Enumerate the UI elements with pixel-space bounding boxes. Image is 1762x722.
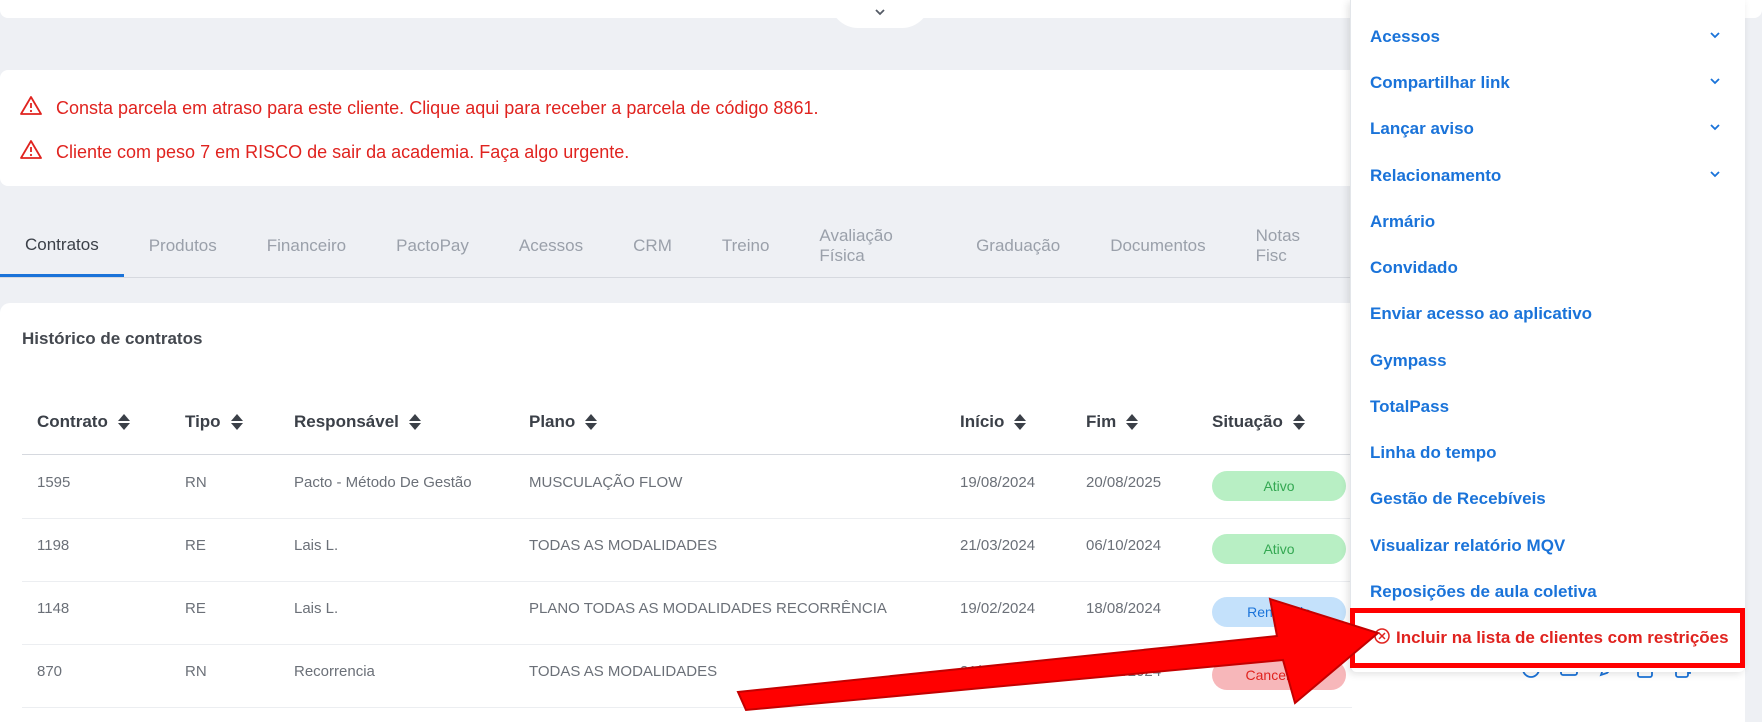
row-divider	[22, 581, 1352, 582]
cell-inicio: 19/02/2024	[960, 600, 1036, 617]
cell-fim: 20/08/2025	[1086, 474, 1162, 491]
menu-item-lancar-aviso[interactable]: Lançar aviso	[1370, 114, 1722, 144]
warning-triangle-icon	[20, 95, 56, 122]
sort-icon	[1014, 414, 1027, 430]
column-header-responsavel[interactable]: Responsável	[294, 412, 421, 432]
cell-tipo: RN	[185, 474, 207, 491]
menu-item-acessos[interactable]: Acessos	[1370, 22, 1722, 52]
chevron-down-icon	[1708, 27, 1722, 47]
sort-icon	[408, 414, 421, 430]
tab-acessos[interactable]: Acessos	[494, 215, 608, 277]
row-divider	[22, 518, 1352, 519]
client-tabs: Contratos Produtos Financeiro PactoPay A…	[0, 215, 1350, 277]
tab-documentos[interactable]: Documentos	[1085, 215, 1230, 277]
cell-responsavel: Recorrencia	[294, 663, 375, 680]
chevron-down-icon	[1708, 119, 1722, 139]
warning-triangle-icon	[20, 139, 56, 166]
column-header-situacao[interactable]: Situação	[1212, 412, 1305, 432]
menu-item-linha-do-tempo[interactable]: Linha do tempo	[1370, 438, 1722, 468]
chevron-down-icon	[1708, 166, 1722, 186]
alert-text: Cliente com peso 7 em RISCO de sair da a…	[56, 142, 630, 162]
tab-treino[interactable]: Treino	[697, 215, 795, 277]
menu-item-gestao-recebiveis[interactable]: Gestão de Recebíveis	[1370, 484, 1722, 514]
cell-plano: MUSCULAÇÃO FLOW	[529, 474, 683, 491]
cell-contrato: 1198	[37, 537, 70, 554]
sort-icon	[230, 414, 243, 430]
tab-produtos[interactable]: Produtos	[124, 215, 242, 277]
status-badge: Cancelado	[1212, 660, 1346, 690]
menu-item-relacionamento[interactable]: Relacionamento	[1370, 161, 1722, 191]
cell-inicio: 19/08/2024	[960, 474, 1036, 491]
circle-x-icon	[1373, 627, 1396, 650]
status-badge: Ativo	[1212, 471, 1346, 501]
sort-icon	[1292, 414, 1305, 430]
menu-item-totalpass[interactable]: TotalPass	[1370, 392, 1722, 422]
status-badge: Ativo	[1212, 534, 1346, 564]
menu-item-armario[interactable]: Armário	[1370, 207, 1722, 237]
column-header-plano[interactable]: Plano	[529, 412, 598, 432]
collapse-toggle[interactable]	[830, 0, 930, 28]
alert-overdue-installment[interactable]: Consta parcela em atraso para este clien…	[20, 95, 818, 122]
tab-avaliacao-fisica[interactable]: Avaliação Física	[794, 215, 951, 277]
menu-item-relatorio-mqv[interactable]: Visualizar relatório MQV	[1370, 531, 1722, 561]
actions-dropdown-menu	[1350, 0, 1745, 672]
cell-tipo: RE	[185, 537, 206, 554]
row-divider	[22, 644, 1352, 645]
cell-plano: PLANO TODAS AS MODALIDADES RECORRÊNCIA	[529, 600, 887, 617]
tab-crm[interactable]: CRM	[608, 215, 697, 277]
alert-churn-risk: Cliente com peso 7 em RISCO de sair da a…	[20, 139, 629, 166]
cell-tipo: RE	[185, 600, 206, 617]
cell-fim: 24/01/2024	[1086, 663, 1162, 680]
tab-graduacao[interactable]: Graduação	[951, 215, 1085, 277]
sort-icon	[1126, 414, 1139, 430]
tab-contratos[interactable]: Contratos	[0, 215, 124, 277]
column-header-contrato[interactable]: Contrato	[37, 412, 130, 432]
cell-contrato: 1595	[37, 474, 71, 491]
cell-contrato: 870	[37, 663, 63, 680]
cell-contrato: 1148	[37, 600, 70, 617]
cell-fim: 06/10/2024	[1086, 537, 1162, 554]
tabs-divider	[0, 277, 1350, 278]
cell-inicio: 21/03/2024	[960, 537, 1036, 554]
menu-item-compartilhar-link[interactable]: Compartilhar link	[1370, 68, 1722, 98]
menu-item-incluir-lista-restricoes[interactable]: Incluir na lista de clientes com restriç…	[1350, 608, 1745, 668]
status-badge: Renovado	[1212, 597, 1346, 627]
column-header-tipo[interactable]: Tipo	[185, 412, 243, 432]
menu-item-reposicoes-aula-coletiva[interactable]: Reposições de aula coletiva	[1370, 577, 1722, 607]
menu-item-enviar-acesso-aplicativo[interactable]: Enviar acesso ao aplicativo	[1370, 299, 1722, 329]
sort-icon	[585, 414, 598, 430]
alert-text: Consta parcela em atraso para este clien…	[56, 98, 819, 118]
table-header-divider	[22, 454, 1352, 455]
cell-responsavel: Pacto - Método De Gestão	[294, 474, 472, 491]
sort-icon	[117, 414, 130, 430]
card-title: Histórico de contratos	[22, 329, 203, 348]
cell-tipo: RN	[185, 663, 207, 680]
chevron-down-icon	[1708, 73, 1722, 93]
cell-responsavel: Lais L.	[294, 537, 339, 554]
cell-plano: TODAS AS MODALIDADES	[529, 663, 718, 680]
cell-inicio: 21/10/2023	[960, 663, 1036, 680]
tab-pactopay[interactable]: PactoPay	[371, 215, 494, 277]
menu-item-convidado[interactable]: Convidado	[1370, 253, 1722, 283]
cell-responsavel: Lais L.	[294, 600, 339, 617]
row-divider	[22, 707, 1352, 708]
column-header-fim[interactable]: Fim	[1086, 412, 1139, 432]
tab-notas-fiscais[interactable]: Notas Fisc	[1231, 215, 1350, 277]
chevron-down-icon	[873, 5, 887, 24]
column-header-inicio[interactable]: Início	[960, 412, 1027, 432]
cell-fim: 18/08/2024	[1086, 600, 1162, 617]
menu-item-gympass[interactable]: Gympass	[1370, 346, 1722, 376]
cell-plano: TODAS AS MODALIDADES	[529, 537, 718, 554]
tab-financeiro[interactable]: Financeiro	[242, 215, 371, 277]
